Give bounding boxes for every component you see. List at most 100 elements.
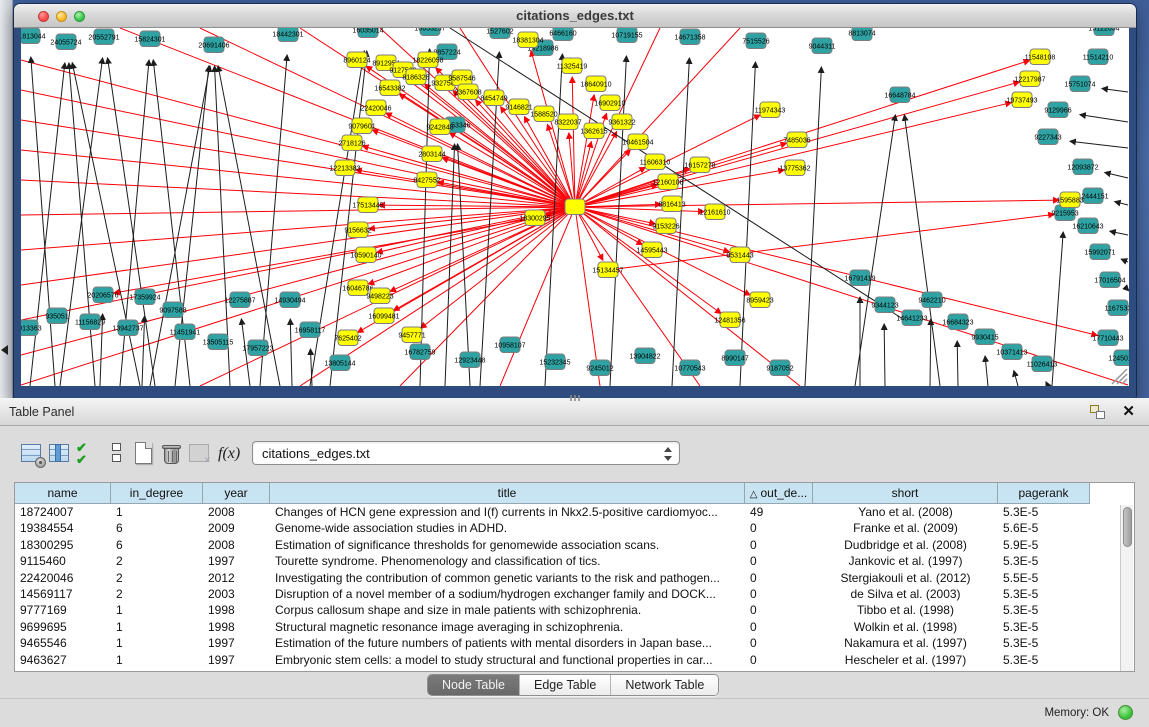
- splitter-handle[interactable]: [570, 395, 582, 401]
- table-cell[interactable]: 14569117: [15, 586, 111, 602]
- column-header-title[interactable]: title: [270, 483, 745, 504]
- table-cell[interactable]: Nakamura et al. (1997): [813, 635, 998, 651]
- graph-edge[interactable]: [1014, 371, 1018, 386]
- graph-node[interactable]: 9146821: [505, 99, 532, 115]
- table-cell[interactable]: 5.3E-5: [998, 586, 1090, 602]
- graph-node[interactable]: 10958107: [494, 337, 525, 353]
- graph-node[interactable]: 16958117: [295, 322, 326, 338]
- graph-edge[interactable]: [575, 207, 721, 314]
- table-cell[interactable]: 9463627: [15, 652, 111, 668]
- table-cell[interactable]: 0: [745, 635, 813, 651]
- graph-node[interactable]: 13942737: [112, 320, 143, 336]
- graph-node[interactable]: 12161610: [699, 204, 730, 220]
- table-cell[interactable]: 5.9E-5: [998, 537, 1090, 553]
- graph-node[interactable]: 12093872: [1067, 159, 1098, 175]
- graph-edge[interactable]: [855, 115, 895, 386]
- graph-node[interactable]: 8454749: [480, 90, 507, 106]
- table-row[interactable]: 1456911722003Disruption of a novel membe…: [15, 586, 1134, 602]
- graph-node[interactable]: 8959423: [746, 292, 773, 308]
- graph-node[interactable]: 9097588: [159, 302, 186, 318]
- table-options-icon[interactable]: [20, 442, 46, 468]
- graph-edge[interactable]: [1080, 115, 1128, 122]
- graph-node[interactable]: 8322037: [554, 114, 581, 130]
- table-cell[interactable]: Estimation of the future numbers of pati…: [270, 635, 745, 651]
- table-cell[interactable]: 0: [745, 520, 813, 536]
- graph-node[interactable]: 9498223: [366, 288, 393, 304]
- graph-node[interactable]: 8427552: [413, 172, 440, 188]
- graph-node[interactable]: 20691406: [198, 37, 229, 53]
- graph-node[interactable]: 12275887: [224, 292, 255, 308]
- table-row[interactable]: 977716911998Corpus callosum shape and si…: [15, 602, 1134, 618]
- graph-node[interactable]: 12481356: [714, 312, 745, 328]
- table-cell[interactable]: 1997: [203, 652, 270, 668]
- graph-node[interactable]: 24055724: [50, 34, 81, 50]
- table-cell[interactable]: Tibbo et al. (1998): [813, 602, 998, 618]
- table-cell[interactable]: 1998: [203, 619, 270, 635]
- column-header-in_degree[interactable]: in_degree: [111, 483, 203, 504]
- graph-edge[interactable]: [1128, 290, 1129, 291]
- table-cell[interactable]: Changes of HCN gene expression and I(f) …: [270, 504, 745, 520]
- table-cell[interactable]: Disruption of a novel member of a sodium…: [270, 586, 745, 602]
- graph-edge[interactable]: [386, 113, 575, 207]
- graph-node[interactable]: 7625402: [334, 330, 361, 346]
- graph-node[interactable]: 20552791: [88, 29, 119, 45]
- graph-node[interactable]: 15134457: [592, 262, 623, 278]
- graph-node[interactable]: 1595883: [1056, 192, 1083, 208]
- graph-node[interactable]: 10719155: [611, 28, 642, 43]
- table-cell[interactable]: 0: [745, 652, 813, 668]
- tab-edge-table[interactable]: Edge Table: [520, 675, 611, 695]
- table-cell[interactable]: 6: [111, 537, 203, 553]
- graph-node[interactable]: 11156829: [75, 314, 105, 330]
- table-row[interactable]: 1830029562008Estimation of significance …: [15, 537, 1134, 553]
- table-cell[interactable]: Dudbridge et al. (2008): [813, 537, 998, 553]
- graph-node[interactable]: 12217987: [1014, 71, 1045, 87]
- graph-node-hub[interactable]: [565, 199, 585, 215]
- table-cell[interactable]: Corpus callosum shape and size in male p…: [270, 602, 745, 618]
- graph-edge[interactable]: [904, 115, 940, 386]
- graph-edge[interactable]: [260, 55, 287, 386]
- table-cell[interactable]: 5.6E-5: [998, 520, 1090, 536]
- graph-edge[interactable]: [740, 62, 755, 386]
- table-row[interactable]: 2242004622012Investigating the contribut…: [15, 570, 1134, 586]
- graph-node[interactable]: 9457771: [398, 327, 425, 343]
- graph-node[interactable]: 10653257: [414, 28, 445, 36]
- graph-node[interactable]: 12450132: [1108, 350, 1129, 366]
- table-cell[interactable]: Wolkin et al. (1998): [813, 619, 998, 635]
- table-row[interactable]: 1872400712008Changes of HCN gene express…: [15, 504, 1134, 520]
- graph-node[interactable]: 11514210: [1083, 49, 1114, 65]
- graph-edge[interactable]: [1105, 173, 1128, 178]
- graph-edge[interactable]: [21, 207, 575, 285]
- table-cell[interactable]: 2: [111, 570, 203, 586]
- graph-node[interactable]: 935051: [45, 308, 68, 324]
- table-cell[interactable]: 9699695: [15, 619, 111, 635]
- table-cell[interactable]: Genome-wide association studies in ADHD.: [270, 520, 745, 536]
- graph-edge[interactable]: [1121, 259, 1128, 262]
- graph-node[interactable]: 9531443: [726, 247, 753, 263]
- graph-edge[interactable]: [1115, 202, 1128, 205]
- graph-node[interactable]: 8990147: [721, 350, 748, 366]
- table-cell[interactable]: 2009: [203, 520, 270, 536]
- table-cell[interactable]: 1: [111, 635, 203, 651]
- collapse-arrow-icon[interactable]: [1, 345, 8, 355]
- graph-node[interactable]: 9187052: [766, 360, 793, 376]
- table-cell[interactable]: Jankovic et al. (1997): [813, 553, 998, 569]
- graph-node[interactable]: 16648784: [884, 87, 915, 103]
- graph-edge[interactable]: [450, 28, 911, 324]
- table-row[interactable]: 969969511998Structural magnetic resonanc…: [15, 619, 1134, 635]
- table-cell[interactable]: 6: [111, 520, 203, 536]
- column-header-year[interactable]: year: [203, 483, 270, 504]
- show-columns-icon[interactable]: [48, 442, 74, 468]
- table-cell[interactable]: Structural magnetic resonance image aver…: [270, 619, 745, 635]
- graph-node[interactable]: 13505115: [203, 334, 234, 350]
- table-cell[interactable]: Investigating the contribution of common…: [270, 570, 745, 586]
- column-header-out_de[interactable]: △out_de...: [745, 483, 813, 504]
- graph-edge[interactable]: [108, 58, 155, 386]
- graph-node[interactable]: 7515526: [742, 33, 769, 49]
- graph-node[interactable]: 2367608: [454, 84, 481, 100]
- table-selector-dropdown[interactable]: citations_edges.txt: [252, 441, 680, 465]
- graph-edge[interactable]: [1070, 141, 1128, 148]
- table-cell[interactable]: Yano et al. (2008): [813, 504, 998, 520]
- table-cell[interactable]: 0: [745, 537, 813, 553]
- table-cell[interactable]: 1: [111, 602, 203, 618]
- table-cell[interactable]: 5.3E-5: [998, 553, 1090, 569]
